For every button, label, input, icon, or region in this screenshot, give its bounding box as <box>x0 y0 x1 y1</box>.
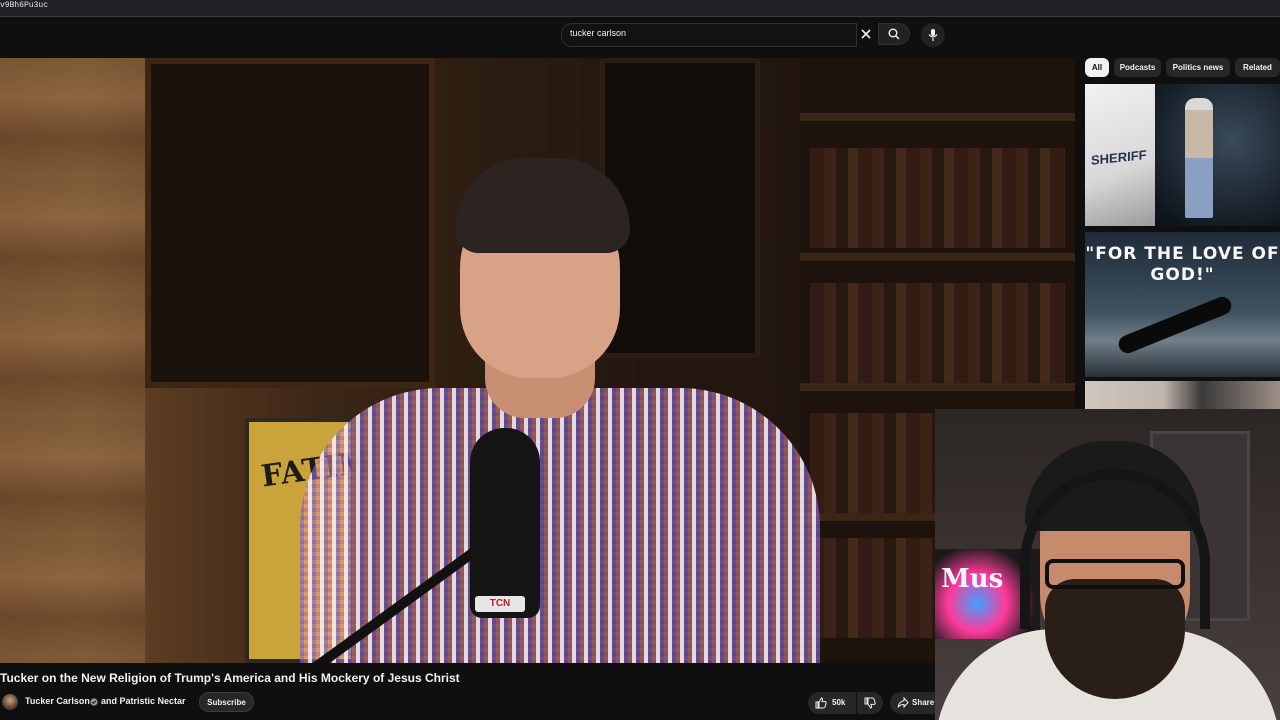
video-title: Tucker on the New Religion of Trump's Am… <box>0 671 460 685</box>
thumbnail-text: "FOR THE LOVE OF GOD!" <box>1085 244 1280 285</box>
thumbs-up-icon <box>815 697 827 709</box>
podcast-microphone <box>470 428 540 618</box>
search-input[interactable]: tucker carlson <box>570 28 626 38</box>
verified-icon <box>90 698 98 706</box>
sheriff-car: SHERIFF <box>1085 84 1155 226</box>
thumbnail-person <box>1185 98 1213 218</box>
masthead: tucker carlson <box>0 17 1280 57</box>
streamer-webcam: Mus <box>935 409 1280 720</box>
chip-podcasts[interactable]: Podcasts <box>1114 58 1161 77</box>
neon-sign-text: Mus <box>941 564 1004 594</box>
share-button[interactable]: Share <box>890 692 935 714</box>
microphone-icon <box>928 29 938 41</box>
wood-wall <box>0 58 145 663</box>
airplane-image <box>1115 294 1235 356</box>
related-video-thumbnail[interactable]: "FOR THE LOVE OF GOD!" <box>1085 232 1280 377</box>
related-filter-chips: All Podcasts Politics news Related <box>1085 58 1280 78</box>
mic-logo: TCN <box>475 596 525 612</box>
share-icon <box>897 697 909 709</box>
video-player[interactable]: FATIM TCN <box>0 58 1075 663</box>
video-actions: 50k Share <box>808 692 935 714</box>
chip-related[interactable]: Related <box>1235 58 1280 77</box>
search-button[interactable] <box>878 23 910 45</box>
like-count: 50k <box>832 698 846 707</box>
chip-politics-news[interactable]: Politics news <box>1166 58 1230 77</box>
browser-address-bar[interactable]: v9Bh6Pu3uc <box>0 0 1280 17</box>
streamer-glasses <box>1045 559 1185 589</box>
host-figure <box>270 148 830 663</box>
video-owner-row: Tucker Carlson and Patristic Nectar Subs… <box>0 690 935 714</box>
chip-all[interactable]: All <box>1085 58 1109 77</box>
search-icon <box>888 28 900 40</box>
voice-search-button[interactable] <box>921 23 945 47</box>
url-text[interactable]: v9Bh6Pu3uc <box>0 1 48 10</box>
subscribe-button[interactable]: Subscribe <box>199 692 254 712</box>
clear-search-button[interactable] <box>856 23 876 45</box>
host-hair <box>455 158 630 253</box>
close-icon <box>861 29 871 39</box>
related-video-thumbnail[interactable] <box>1085 381 1280 409</box>
share-label: Share <box>912 698 935 707</box>
like-button[interactable]: 50k <box>808 692 856 714</box>
collaborator-name[interactable]: and Patristic Nectar <box>101 696 186 706</box>
channel-name[interactable]: Tucker Carlson <box>25 696 90 706</box>
thumbnail-text: SHERIFF <box>1091 147 1147 168</box>
search-box[interactable]: tucker carlson <box>561 23 857 47</box>
dislike-button[interactable] <box>857 692 883 714</box>
channel-avatar[interactable] <box>2 694 18 710</box>
related-video-thumbnail[interactable]: SHERIFF <box>1085 84 1280 226</box>
thumbs-down-icon <box>864 697 876 709</box>
